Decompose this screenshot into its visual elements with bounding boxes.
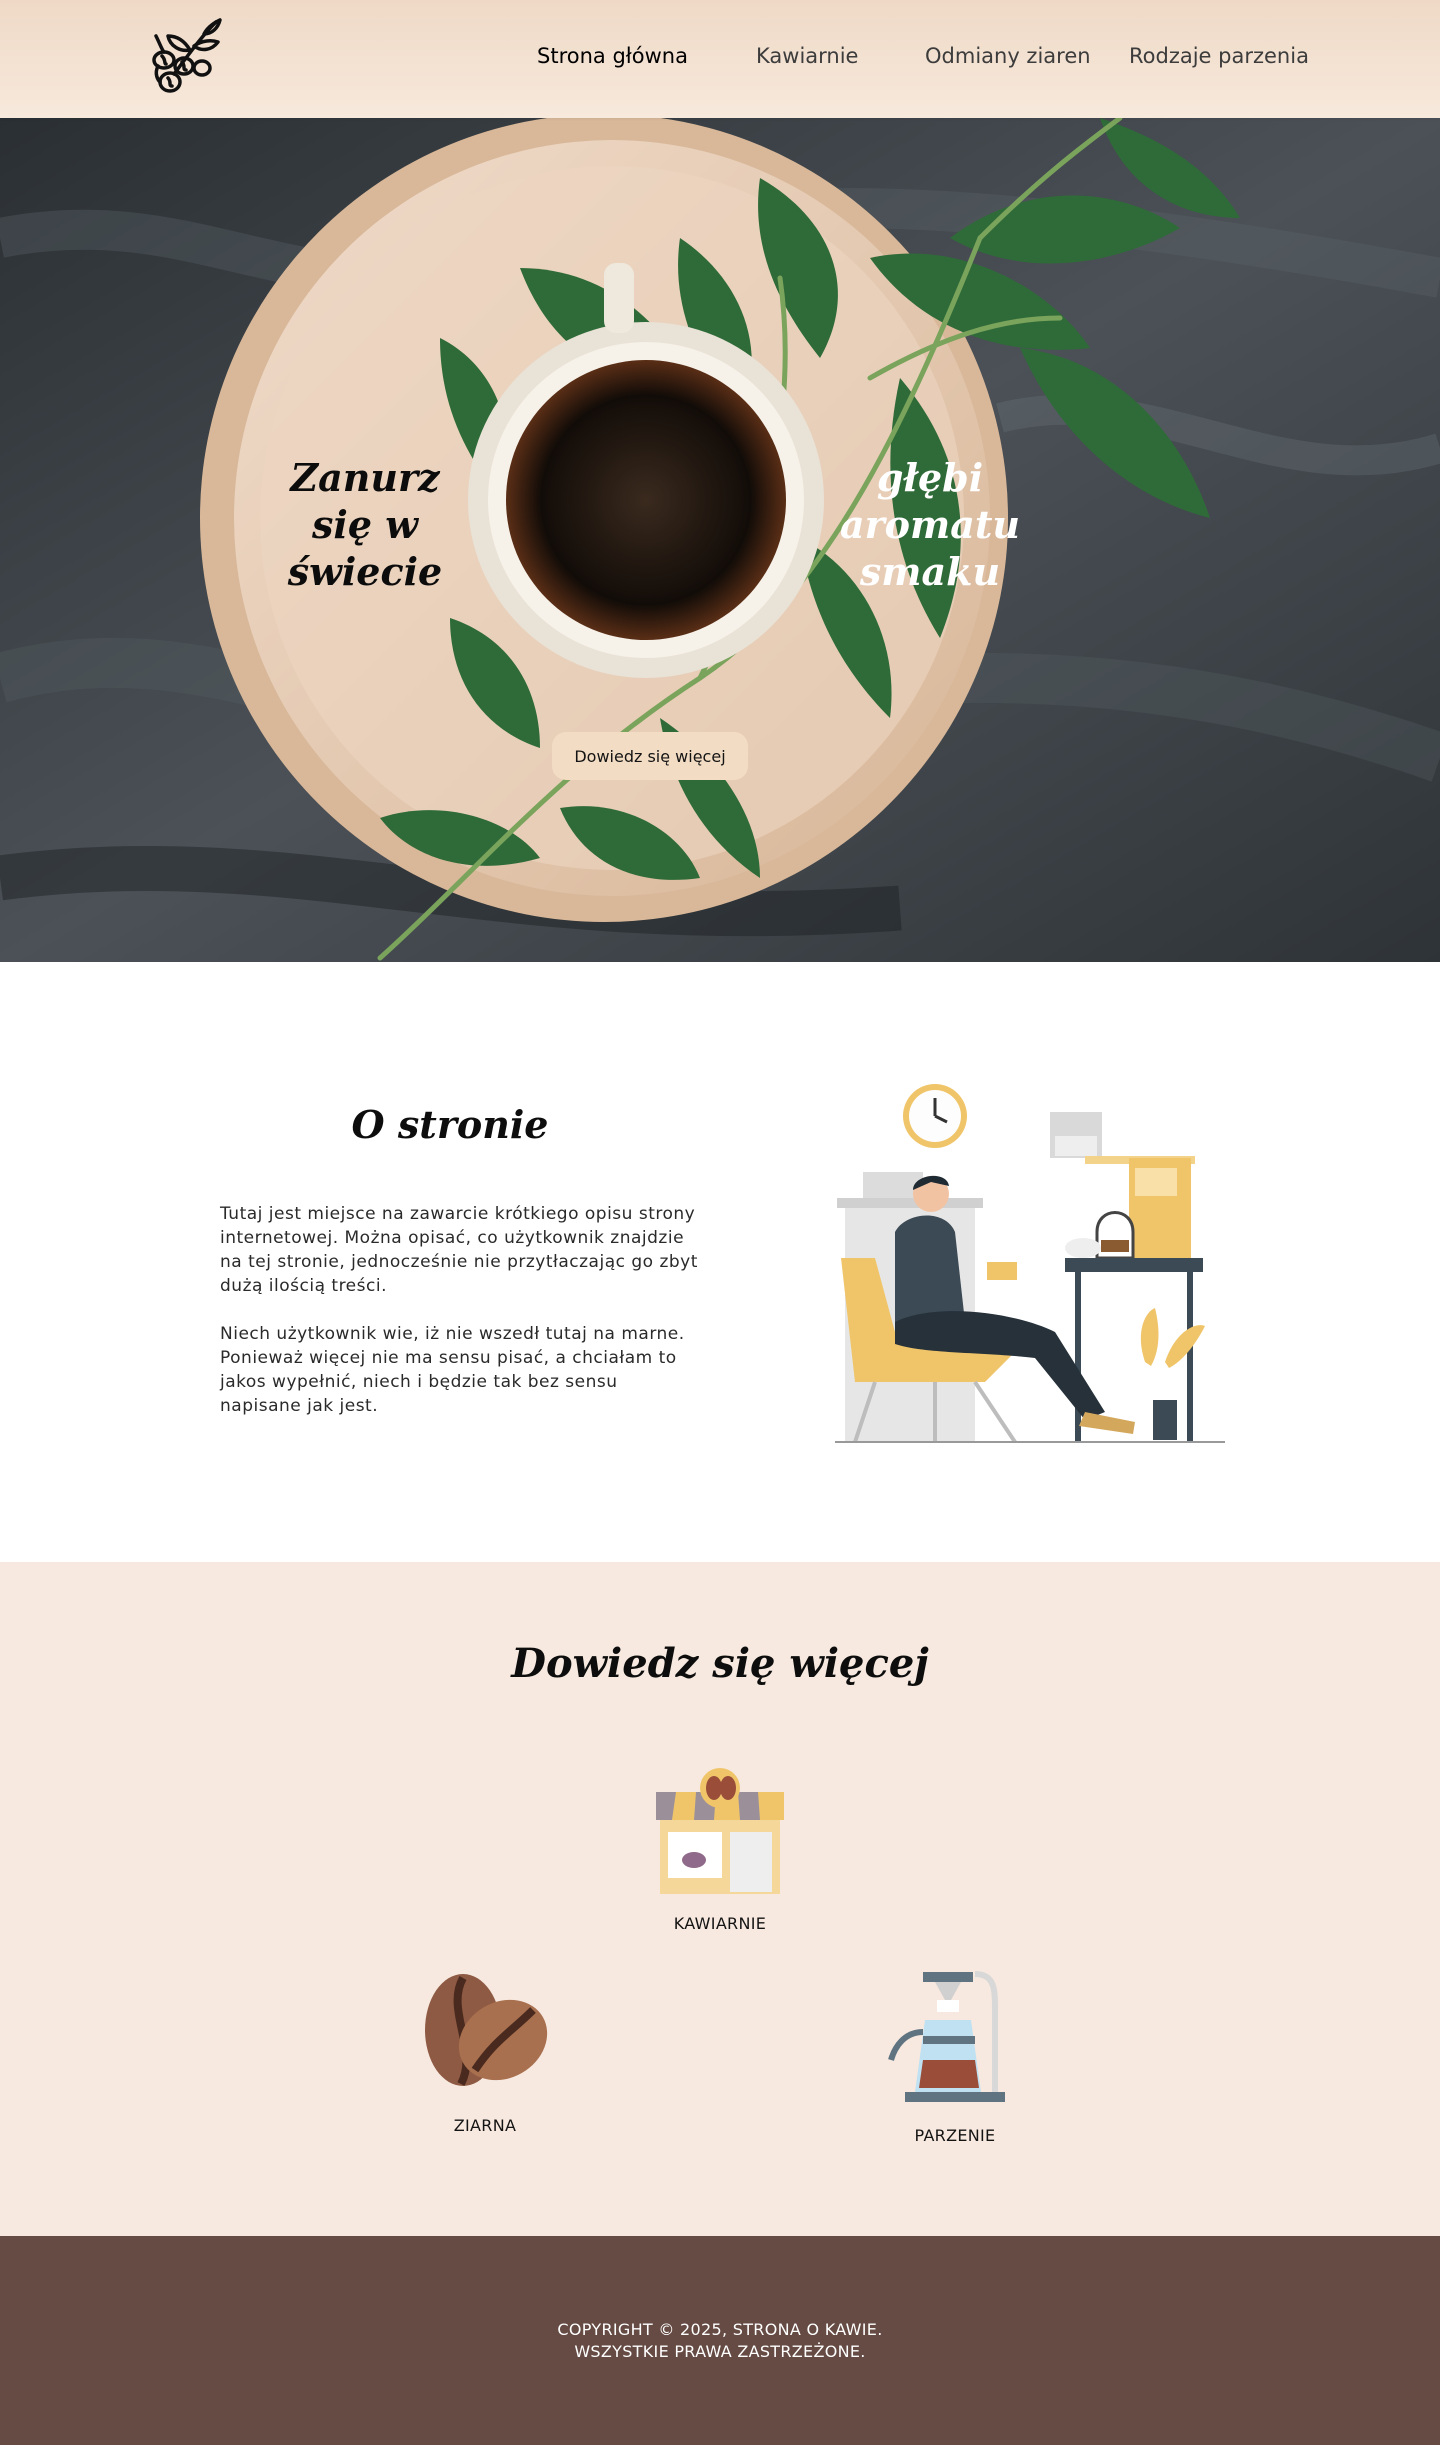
man-drinking-coffee-illustration (835, 1084, 1225, 1444)
rights-text: WSZYSTKIE PRAWA ZASTRZEŻONE. (574, 2342, 866, 2361)
nav-item-cafes[interactable]: Kawiarnie (756, 44, 858, 68)
card-beans[interactable]: ZIARNA (375, 1970, 595, 2135)
cafe-shop-icon (656, 1768, 784, 1894)
about-paragraph: Tutaj jest miejsce na zawarcie krótkiego… (220, 1204, 698, 1296)
about-section: O stronie Tutaj jest miejsce na zawarcie… (0, 962, 1440, 1562)
hero-background-image (0, 118, 1440, 962)
nav-item-bean-varieties[interactable]: Odmiany ziaren (925, 44, 1091, 68)
copyright-text: COPYRIGHT © 2025, STRONA O KAWIE. (557, 2320, 883, 2339)
card-label: ZIARNA (453, 2116, 517, 2135)
coffee-beans-icon (425, 1974, 548, 2086)
nav-item-home[interactable]: Strona główna (537, 44, 688, 68)
pour-over-icon (888, 1971, 1005, 2102)
about-paragraph: Niech użytkownik wie, iż nie wszedł tuta… (220, 1324, 685, 1416)
learn-more-title: Dowiedz się więcej (511, 1640, 929, 1687)
hero-heading-left: Zanurz się w świecie (287, 455, 443, 594)
site-footer: COPYRIGHT © 2025, STRONA O KAWIE. WSZYST… (0, 2236, 1440, 2445)
learn-more-button[interactable]: Dowiedz się więcej (552, 732, 748, 780)
hero-section: Zanurz się w świecie głębi aromatu smaku… (0, 118, 1440, 962)
main-nav: Strona główna Kawiarnie Odmiany ziaren R… (0, 0, 1440, 118)
nav-item-brewing-types[interactable]: Rodzaje parzenia (1129, 44, 1309, 68)
card-label: KAWIARNIE (673, 1914, 767, 1933)
learn-more-section: Dowiedz się więcej KAWIARNIE ZIARNA PARZ… (0, 1562, 1440, 2236)
site-header: Strona główna Kawiarnie Odmiany ziaren R… (0, 0, 1440, 118)
card-label: PARZENIE (914, 2126, 996, 2145)
card-cafes[interactable]: KAWIARNIE (610, 1768, 830, 1933)
card-brewing[interactable]: PARZENIE (845, 1970, 1065, 2145)
about-title: O stronie (351, 1102, 549, 1147)
hero-heading-right: głębi aromatu smaku (840, 455, 1020, 594)
